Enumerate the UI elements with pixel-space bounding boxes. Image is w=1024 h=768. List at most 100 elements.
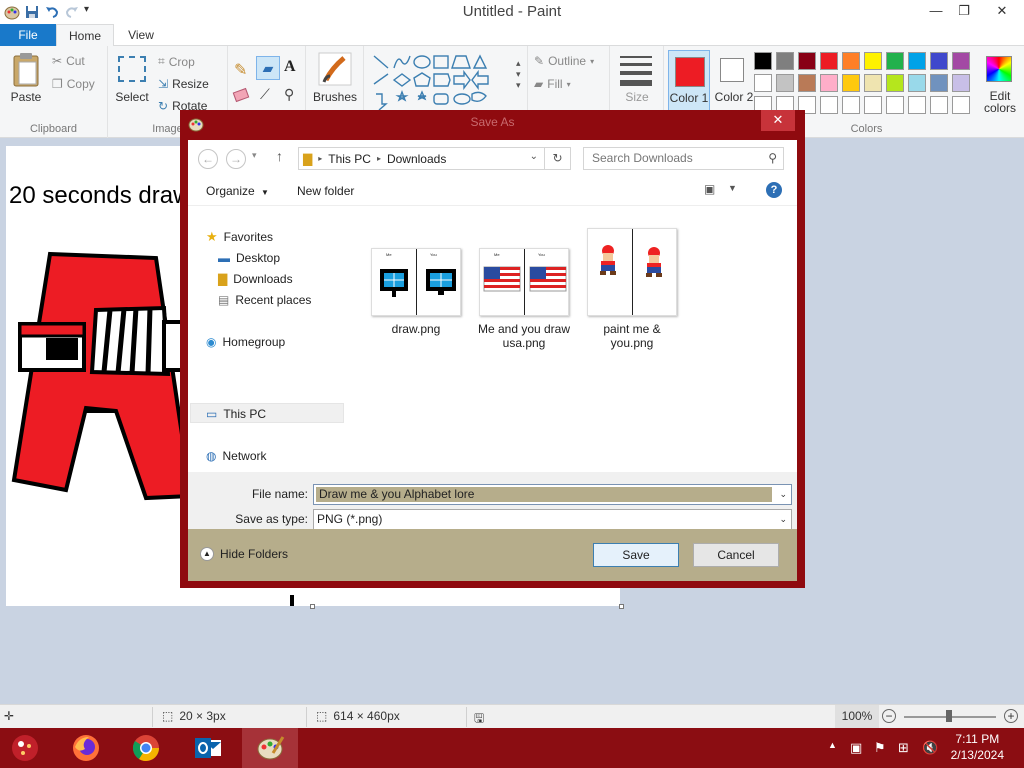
color-swatch[interactable] (952, 52, 970, 70)
custom-color-swatch[interactable] (952, 96, 970, 114)
tab-view[interactable]: View (114, 24, 168, 46)
nav-recent-places[interactable]: ▤ Recent places (218, 290, 311, 310)
color-swatch[interactable] (908, 74, 926, 92)
pencil-icon[interactable]: ✎ (234, 60, 247, 80)
dialog-close-button[interactable]: ✕ (761, 110, 795, 131)
color-swatch[interactable] (798, 52, 816, 70)
color-swatch[interactable] (864, 74, 882, 92)
file-item[interactable]: paint me & you.png (582, 228, 682, 350)
resize-handle-corner[interactable] (619, 604, 624, 609)
outline-button[interactable]: ✎ Outline ▾ (534, 54, 594, 68)
action-center-flag-icon[interactable]: ⚑ (874, 740, 886, 756)
nav-favorites[interactable]: ★ Favorites (206, 227, 273, 247)
chevron-down-icon[interactable]: ⌄ (779, 485, 787, 504)
select-icon[interactable] (118, 56, 146, 82)
color-swatch[interactable] (864, 52, 882, 70)
color-swatch[interactable] (930, 52, 948, 70)
color-swatch[interactable] (754, 74, 772, 92)
size-label[interactable]: Size (610, 90, 664, 104)
nav-desktop[interactable]: ▬ Desktop (218, 248, 280, 268)
eraser-icon[interactable] (232, 87, 250, 103)
custom-color-swatch[interactable] (930, 96, 948, 114)
volume-muted-icon[interactable]: 🔇 (922, 740, 938, 756)
color-swatch[interactable] (930, 74, 948, 92)
brushes-icon[interactable] (318, 52, 352, 89)
new-folder-button[interactable]: New folder (297, 184, 354, 198)
save-button[interactable]: Save (593, 543, 679, 567)
select-button[interactable]: Select (112, 90, 152, 104)
zoom-slider-handle[interactable] (946, 710, 952, 722)
color-swatch[interactable] (952, 74, 970, 92)
taskbar-paint[interactable] (242, 728, 298, 768)
color-swatch[interactable] (798, 74, 816, 92)
color-swatch[interactable] (842, 74, 860, 92)
taskbar-chrome[interactable] (118, 728, 174, 768)
file-item[interactable]: Me You draw.png (366, 248, 466, 336)
change-view-icon[interactable]: ▣ (704, 182, 715, 196)
back-button[interactable]: ← (198, 149, 218, 169)
restore-button[interactable]: ❐ (948, 0, 980, 22)
show-hidden-icons[interactable]: ▲ (828, 740, 837, 750)
resize-button[interactable]: ⇲ Resize (158, 77, 209, 91)
network-settings-icon[interactable]: ▣ (850, 740, 862, 756)
chevron-down-icon[interactable]: ⌄ (530, 151, 538, 162)
custom-color-swatch[interactable] (842, 96, 860, 114)
paste-button[interactable]: Paste (6, 90, 46, 104)
close-button[interactable]: ✕ (986, 0, 1018, 22)
color-swatch[interactable] (754, 52, 772, 70)
nav-network[interactable]: ◍ Network (206, 446, 267, 466)
cancel-button[interactable]: Cancel (693, 543, 779, 567)
nav-downloads[interactable]: ▇ Downloads (218, 269, 293, 289)
crop-button[interactable]: ⌗ Crop (158, 54, 195, 69)
help-icon[interactable]: ? (766, 182, 782, 198)
color-swatch[interactable] (820, 52, 838, 70)
network-icon[interactable]: ⊞ (898, 740, 909, 756)
system-clock[interactable]: 7:11 PM 2/13/2024 (951, 731, 1004, 763)
taskbar-outlook[interactable] (180, 728, 236, 768)
resize-handle-bottom[interactable] (310, 604, 315, 609)
size-icon[interactable] (620, 56, 652, 86)
magnifier-icon[interactable]: ⚲ (284, 86, 294, 103)
color-swatch[interactable] (820, 74, 838, 92)
color-swatch[interactable] (776, 52, 794, 70)
color-swatch[interactable] (886, 52, 904, 70)
zoom-out-button[interactable]: − (882, 709, 896, 723)
start-button[interactable] (0, 728, 50, 768)
organize-button[interactable]: Organize ▼ (206, 184, 269, 198)
breadcrumb-downloads[interactable]: Downloads (387, 152, 446, 166)
shapes-scroll-icon[interactable]: ▴ ▾ ▾ (516, 58, 521, 91)
breadcrumb-this-pc[interactable]: This PC (328, 152, 371, 166)
recent-locations-icon[interactable]: ▾ (252, 150, 257, 161)
color-swatch[interactable] (776, 74, 794, 92)
forward-button[interactable]: → (226, 149, 246, 169)
fill-button[interactable]: ▰ Fill ▾ (534, 77, 571, 91)
copy-button[interactable]: ❐ Copy (52, 77, 95, 91)
color-picker-icon[interactable]: ⟋ (260, 86, 270, 103)
file-item[interactable]: Me You Me and you draw usa.png (474, 248, 574, 350)
save-type-select[interactable]: PNG (*.png) ⌄ (313, 509, 792, 530)
search-input[interactable]: Search Downloads ⚲ (583, 147, 784, 170)
text-tool-icon[interactable]: A (284, 58, 296, 76)
custom-color-swatch[interactable] (908, 96, 926, 114)
custom-color-swatch[interactable] (864, 96, 882, 114)
color-swatch[interactable] (908, 52, 926, 70)
zoom-in-button[interactable]: + (1004, 709, 1018, 723)
color2-button[interactable]: Color 2 (714, 50, 754, 116)
refresh-button[interactable]: ↻ (545, 147, 571, 170)
taskbar-firefox[interactable] (58, 728, 114, 768)
color-swatch[interactable] (886, 74, 904, 92)
tab-home[interactable]: Home (56, 24, 114, 47)
address-bar[interactable]: ▇ ▸ This PC ▸ Downloads ⌄ (298, 147, 545, 170)
paste-icon[interactable] (10, 52, 42, 91)
fill-bucket-icon[interactable]: ▰ (256, 56, 280, 80)
nav-this-pc[interactable]: ▭ This PC (206, 404, 266, 424)
custom-color-swatch[interactable] (886, 96, 904, 114)
edit-colors-button[interactable]: Edit colors (978, 50, 1022, 116)
color1-button[interactable]: Color 1 (668, 50, 710, 116)
custom-color-swatch[interactable] (820, 96, 838, 114)
hide-folders-button[interactable]: ▲ Hide Folders (200, 547, 288, 561)
tab-file[interactable]: File (0, 24, 56, 46)
color-swatch[interactable] (842, 52, 860, 70)
nav-homegroup[interactable]: ◉ Homegroup (206, 332, 285, 352)
view-options-dropdown-icon[interactable]: ▼ (728, 183, 737, 193)
